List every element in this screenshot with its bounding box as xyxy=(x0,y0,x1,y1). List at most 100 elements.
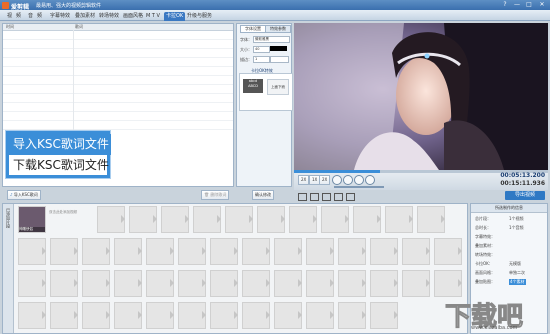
maximize-icon[interactable]: □ xyxy=(524,1,534,9)
empty-clip-slot[interactable] xyxy=(178,238,206,265)
tab-mtv[interactable]: M T V xyxy=(144,12,162,21)
settings-icon[interactable] xyxy=(346,193,355,201)
empty-clip-slot[interactable] xyxy=(417,206,445,233)
empty-clip-slot[interactable] xyxy=(18,270,46,297)
empty-clip-slot[interactable] xyxy=(402,238,430,265)
empty-clip-slot[interactable] xyxy=(257,206,285,233)
close-icon[interactable]: ✕ xyxy=(537,1,547,9)
tab-effect-params[interactable]: 特效参数 xyxy=(265,25,291,33)
lyrics-row[interactable] xyxy=(3,31,233,40)
stop-icon[interactable] xyxy=(332,175,342,185)
folder-icon[interactable] xyxy=(310,193,319,201)
confirm-edit-button[interactable]: 确认修改 xyxy=(252,190,274,200)
empty-clip-slot[interactable] xyxy=(178,302,206,329)
empty-clip-slot[interactable] xyxy=(385,206,413,233)
empty-clip-slot[interactable] xyxy=(146,238,174,265)
stroke-color-swatch[interactable] xyxy=(270,56,289,63)
empty-clip-slot[interactable] xyxy=(82,270,110,297)
tab-audio-2[interactable]: 频 xyxy=(35,12,44,21)
empty-clip-slot[interactable] xyxy=(306,302,334,329)
empty-clip-slot[interactable] xyxy=(306,238,334,265)
empty-clip-slot[interactable] xyxy=(434,270,462,297)
empty-clip-slot[interactable] xyxy=(146,270,174,297)
split-icon[interactable] xyxy=(334,193,343,201)
empty-clip-slot[interactable] xyxy=(274,302,302,329)
empty-clip-slot[interactable] xyxy=(225,206,253,233)
lyrics-row[interactable] xyxy=(3,40,233,49)
lyrics-row[interactable] xyxy=(3,76,233,85)
lyrics-row[interactable] xyxy=(3,85,233,94)
clip-thumbnail[interactable]: 神雕侠侣 xyxy=(18,206,46,233)
effect-option-updown[interactable]: 上面下而 xyxy=(267,79,289,95)
empty-clip-slot[interactable] xyxy=(97,206,125,233)
empty-clip-slot[interactable] xyxy=(370,238,398,265)
empty-clip-slot[interactable] xyxy=(18,238,46,265)
empty-clip-slot[interactable] xyxy=(321,206,349,233)
empty-clip-slot[interactable] xyxy=(338,238,366,265)
empty-clip-slot[interactable] xyxy=(82,238,110,265)
fullscreen-icon[interactable] xyxy=(365,175,375,185)
lyrics-row[interactable] xyxy=(3,58,233,67)
empty-clip-slot[interactable] xyxy=(50,238,78,265)
delete-lyrics-button[interactable]: 🗑 删除歌词 xyxy=(201,190,230,200)
add-clip-hint[interactable]: 双击此处添加视频 xyxy=(49,210,79,215)
speed-2x-slow-button[interactable]: 2X xyxy=(298,175,310,185)
export-video-button[interactable]: 导出视频 xyxy=(505,191,545,200)
empty-clip-slot[interactable] xyxy=(210,270,238,297)
empty-clip-slot[interactable] xyxy=(402,270,430,297)
tab-audio-1[interactable]: 音 xyxy=(26,12,35,21)
lyrics-row[interactable] xyxy=(3,121,233,130)
empty-clip-slot[interactable] xyxy=(242,270,270,297)
empty-clip-slot[interactable] xyxy=(129,206,157,233)
empty-clip-slot[interactable] xyxy=(370,270,398,297)
download-ksc-menu-item[interactable]: 下载KSC歌词文件 xyxy=(9,155,111,176)
empty-clip-slot[interactable] xyxy=(114,270,142,297)
play-icon[interactable] xyxy=(343,175,353,185)
lyrics-row[interactable] xyxy=(3,49,233,58)
empty-clip-slot[interactable] xyxy=(114,302,142,329)
empty-clip-slot[interactable] xyxy=(353,206,381,233)
empty-clip-slot[interactable] xyxy=(434,238,462,265)
empty-clip-slot[interactable] xyxy=(274,238,302,265)
minimize-icon[interactable]: — xyxy=(512,1,522,9)
text-color-swatch[interactable] xyxy=(270,46,287,51)
empty-clip-slot[interactable] xyxy=(82,302,110,329)
empty-clip-slot[interactable] xyxy=(146,302,174,329)
empty-clip-slot[interactable] xyxy=(210,302,238,329)
help-icon[interactable]: ? xyxy=(500,1,510,9)
effect-option-abcd[interactable]: abcd ABCD xyxy=(243,79,263,93)
empty-clip-slot[interactable] xyxy=(210,238,238,265)
clip-tool-icon[interactable] xyxy=(298,193,307,201)
stroke-input[interactable]: 1 xyxy=(253,56,270,63)
speed-2x-fast-button[interactable]: 2X xyxy=(319,175,331,185)
tab-style[interactable]: 画面风格 xyxy=(121,12,145,21)
lyrics-row[interactable] xyxy=(3,67,233,76)
empty-clip-slot[interactable] xyxy=(242,302,270,329)
empty-clip-slot[interactable] xyxy=(370,302,398,329)
empty-clip-slot[interactable] xyxy=(338,302,366,329)
size-input[interactable]: 40 xyxy=(253,46,270,53)
lyrics-row[interactable] xyxy=(3,112,233,121)
next-frame-icon[interactable] xyxy=(354,175,364,185)
save-icon[interactable] xyxy=(322,193,331,201)
empty-clip-slot[interactable] xyxy=(50,270,78,297)
empty-clip-slot[interactable] xyxy=(18,302,46,329)
empty-clip-slot[interactable] xyxy=(274,270,302,297)
empty-clip-slot[interactable] xyxy=(338,270,366,297)
tab-font-settings[interactable]: 字体设置 xyxy=(240,25,266,33)
empty-clip-slot[interactable] xyxy=(289,206,317,233)
empty-clip-slot[interactable] xyxy=(242,238,270,265)
video-preview[interactable] xyxy=(294,23,548,170)
tab-overlay[interactable]: 叠加素材 xyxy=(73,12,97,21)
volume-slider[interactable] xyxy=(334,186,384,188)
tab-karaoke[interactable]: 卡拉OK xyxy=(164,12,186,21)
tab-video-1[interactable]: 视 xyxy=(5,12,14,21)
import-ksc-menu-item[interactable]: 导入KSC歌词文件 xyxy=(9,134,111,155)
tab-video-2[interactable]: 频 xyxy=(14,12,23,21)
empty-clip-slot[interactable] xyxy=(178,270,206,297)
lyrics-row[interactable] xyxy=(3,94,233,103)
empty-clip-slot[interactable] xyxy=(306,270,334,297)
empty-clip-slot[interactable] xyxy=(114,238,142,265)
font-select[interactable]: 微软雅黑 xyxy=(253,36,290,43)
tab-upgrade[interactable]: 升级与服务 xyxy=(185,12,214,21)
